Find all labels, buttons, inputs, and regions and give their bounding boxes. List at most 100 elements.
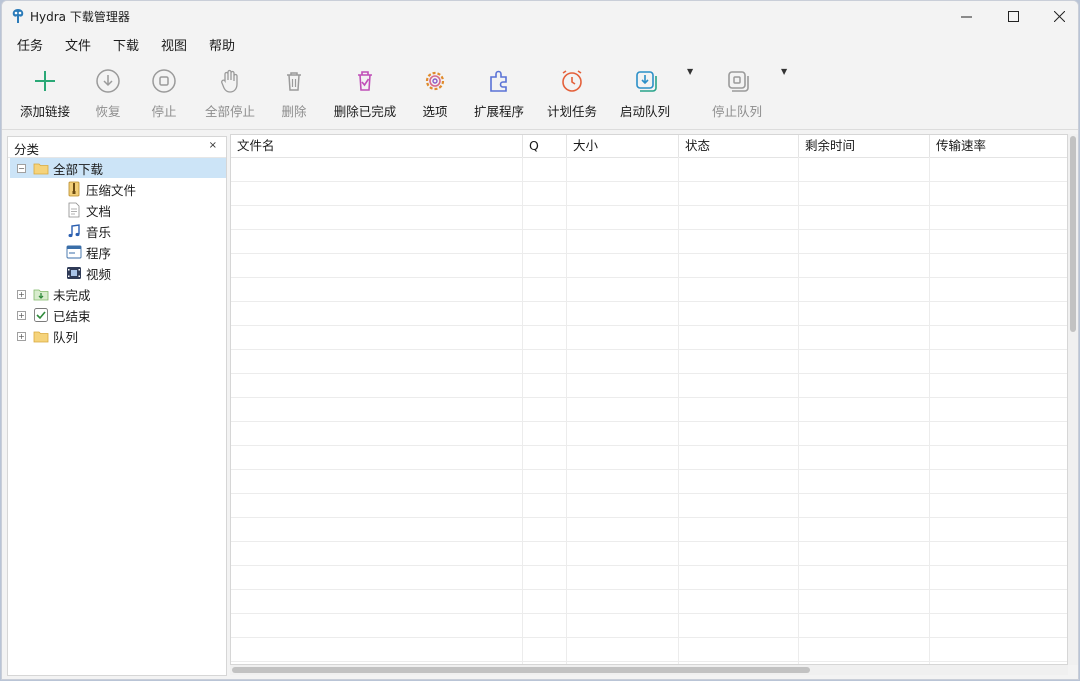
menu-file[interactable]: 文件 — [65, 35, 91, 54]
column-q[interactable]: Q — [523, 135, 567, 157]
table-body — [231, 157, 1067, 664]
extensions-button[interactable]: 扩展程序 — [470, 67, 528, 123]
menu-download[interactable]: 下载 — [113, 35, 139, 54]
column-status[interactable]: 状态 — [679, 135, 799, 157]
row-divider — [231, 397, 1067, 398]
trash-icon — [287, 72, 301, 91]
column-speed[interactable]: 传输速率 — [930, 135, 1067, 157]
vertical-scrollbar[interactable] — [1068, 134, 1078, 665]
stop-queue-dropdown-icon[interactable]: ▼ — [781, 67, 787, 76]
queue-download-icon — [636, 71, 657, 92]
downloads-table[interactable]: 文件名 Q 大小 状态 剩余时间 传输速率 — [230, 134, 1068, 665]
hand-icon — [221, 69, 238, 93]
column-size[interactable]: 大小 — [567, 135, 679, 157]
folder-open-icon — [33, 163, 49, 175]
download-circle-icon — [96, 69, 120, 93]
tree-item-label: 未完成 — [53, 287, 91, 303]
start-queue-dropdown-icon[interactable]: ▼ — [687, 67, 693, 76]
options-label: 选项 — [422, 104, 448, 119]
tree-item-label: 程序 — [86, 245, 112, 261]
film-icon — [67, 267, 81, 279]
document-icon — [68, 202, 80, 218]
tree-item-video[interactable]: 视频 — [66, 263, 111, 283]
horizontal-scrollbar[interactable] — [230, 665, 1068, 675]
add-link-button[interactable]: 添加链接 — [16, 67, 74, 123]
tree-item-label: 队列 — [53, 329, 79, 345]
stop-label: 停止 — [151, 104, 177, 119]
plus-icon — [35, 71, 55, 91]
tree-item-compressed[interactable]: 压缩文件 — [66, 179, 136, 199]
stop-all-button[interactable]: 全部停止 — [201, 67, 259, 123]
menu-bar: 任务 文件 下载 视图 帮助 — [2, 31, 1078, 57]
column-filename[interactable]: 文件名 — [231, 135, 523, 157]
category-panel-header: 分类 × — [8, 137, 226, 158]
tree-item-programs[interactable]: 程序 — [66, 242, 111, 262]
row-divider — [231, 229, 1067, 230]
tree-item-documents[interactable]: 文档 — [66, 200, 111, 220]
close-button[interactable] — [1036, 1, 1078, 31]
tree-item-finished[interactable]: + 已结束 — [17, 305, 91, 325]
alarm-clock-icon — [562, 70, 582, 92]
maximize-button[interactable] — [990, 1, 1036, 31]
tree-item-label: 压缩文件 — [86, 182, 137, 198]
queue-stop-icon — [728, 71, 749, 92]
tree-item-music[interactable]: 音乐 — [66, 221, 111, 241]
start-queue-button[interactable]: 启动队列 — [616, 67, 674, 123]
tree-item-label: 已结束 — [53, 308, 91, 324]
add-link-label: 添加链接 — [19, 104, 70, 119]
menu-task[interactable]: 任务 — [17, 35, 43, 54]
tree-item-all-downloads[interactable]: − 全部下载 — [10, 158, 226, 178]
tree-item-unfinished[interactable]: + 未完成 — [17, 284, 91, 304]
minimize-button[interactable] — [943, 1, 989, 31]
tree-item-label: 音乐 — [86, 224, 112, 240]
delete-button[interactable]: 删除 — [274, 67, 314, 123]
row-divider — [231, 469, 1067, 470]
tree-item-label: 视频 — [86, 266, 112, 282]
panel-close-icon[interactable]: × — [209, 140, 217, 151]
category-panel-title: 分类 — [14, 142, 40, 157]
maximize-icon — [1007, 10, 1019, 22]
collapse-icon[interactable]: − — [17, 163, 26, 173]
menu-view[interactable]: 视图 — [161, 35, 187, 54]
row-divider — [231, 325, 1067, 326]
delete-label: 删除 — [281, 104, 307, 119]
trash-check-icon — [358, 71, 372, 91]
row-divider — [231, 613, 1067, 614]
row-divider — [231, 205, 1067, 206]
column-time-left[interactable]: 剩余时间 — [799, 135, 930, 157]
tree-item-queues[interactable]: + 队列 — [17, 326, 78, 346]
expand-icon[interactable]: + — [17, 289, 26, 299]
horizontal-scroll-thumb[interactable] — [232, 667, 810, 673]
delete-completed-label: 删除已完成 — [333, 104, 397, 119]
row-divider — [231, 565, 1067, 566]
checkbox-checked-icon — [34, 308, 48, 322]
stop-button[interactable]: 停止 — [144, 67, 184, 123]
start-queue-label: 启动队列 — [619, 104, 670, 119]
zip-file-icon — [68, 181, 80, 197]
scheduler-button[interactable]: 计划任务 — [543, 67, 601, 123]
minimize-icon — [960, 16, 972, 17]
hydra-logo-icon — [12, 9, 24, 23]
stop-circle-icon — [152, 69, 176, 93]
delete-completed-button[interactable]: 删除已完成 — [330, 67, 400, 123]
row-divider — [231, 517, 1067, 518]
row-divider — [231, 253, 1067, 254]
menu-help[interactable]: 帮助 — [209, 35, 235, 54]
row-divider — [231, 445, 1067, 446]
expand-icon[interactable]: + — [17, 331, 26, 341]
row-divider — [231, 589, 1067, 590]
vertical-scroll-thumb[interactable] — [1070, 136, 1076, 332]
folder-download-icon — [33, 289, 49, 301]
options-button[interactable]: 选项 — [416, 67, 454, 123]
scheduler-label: 计划任务 — [546, 104, 597, 119]
stop-queue-button[interactable]: 停止队列 — [708, 67, 766, 123]
gear-icon — [425, 71, 445, 91]
expand-icon[interactable]: + — [17, 310, 26, 320]
title-bar: Hydra 下载管理器 — [2, 1, 1078, 31]
row-divider — [231, 349, 1067, 350]
resume-button[interactable]: 恢复 — [88, 67, 128, 123]
row-divider — [231, 661, 1067, 662]
tree-item-label: 文档 — [86, 203, 112, 219]
category-panel: 分类 × − 全部下载 压缩文件 文档 音乐 程序 视频 + 未完成 + 已结束… — [7, 136, 227, 676]
table-header: 文件名 Q 大小 状态 剩余时间 传输速率 — [231, 135, 1067, 158]
